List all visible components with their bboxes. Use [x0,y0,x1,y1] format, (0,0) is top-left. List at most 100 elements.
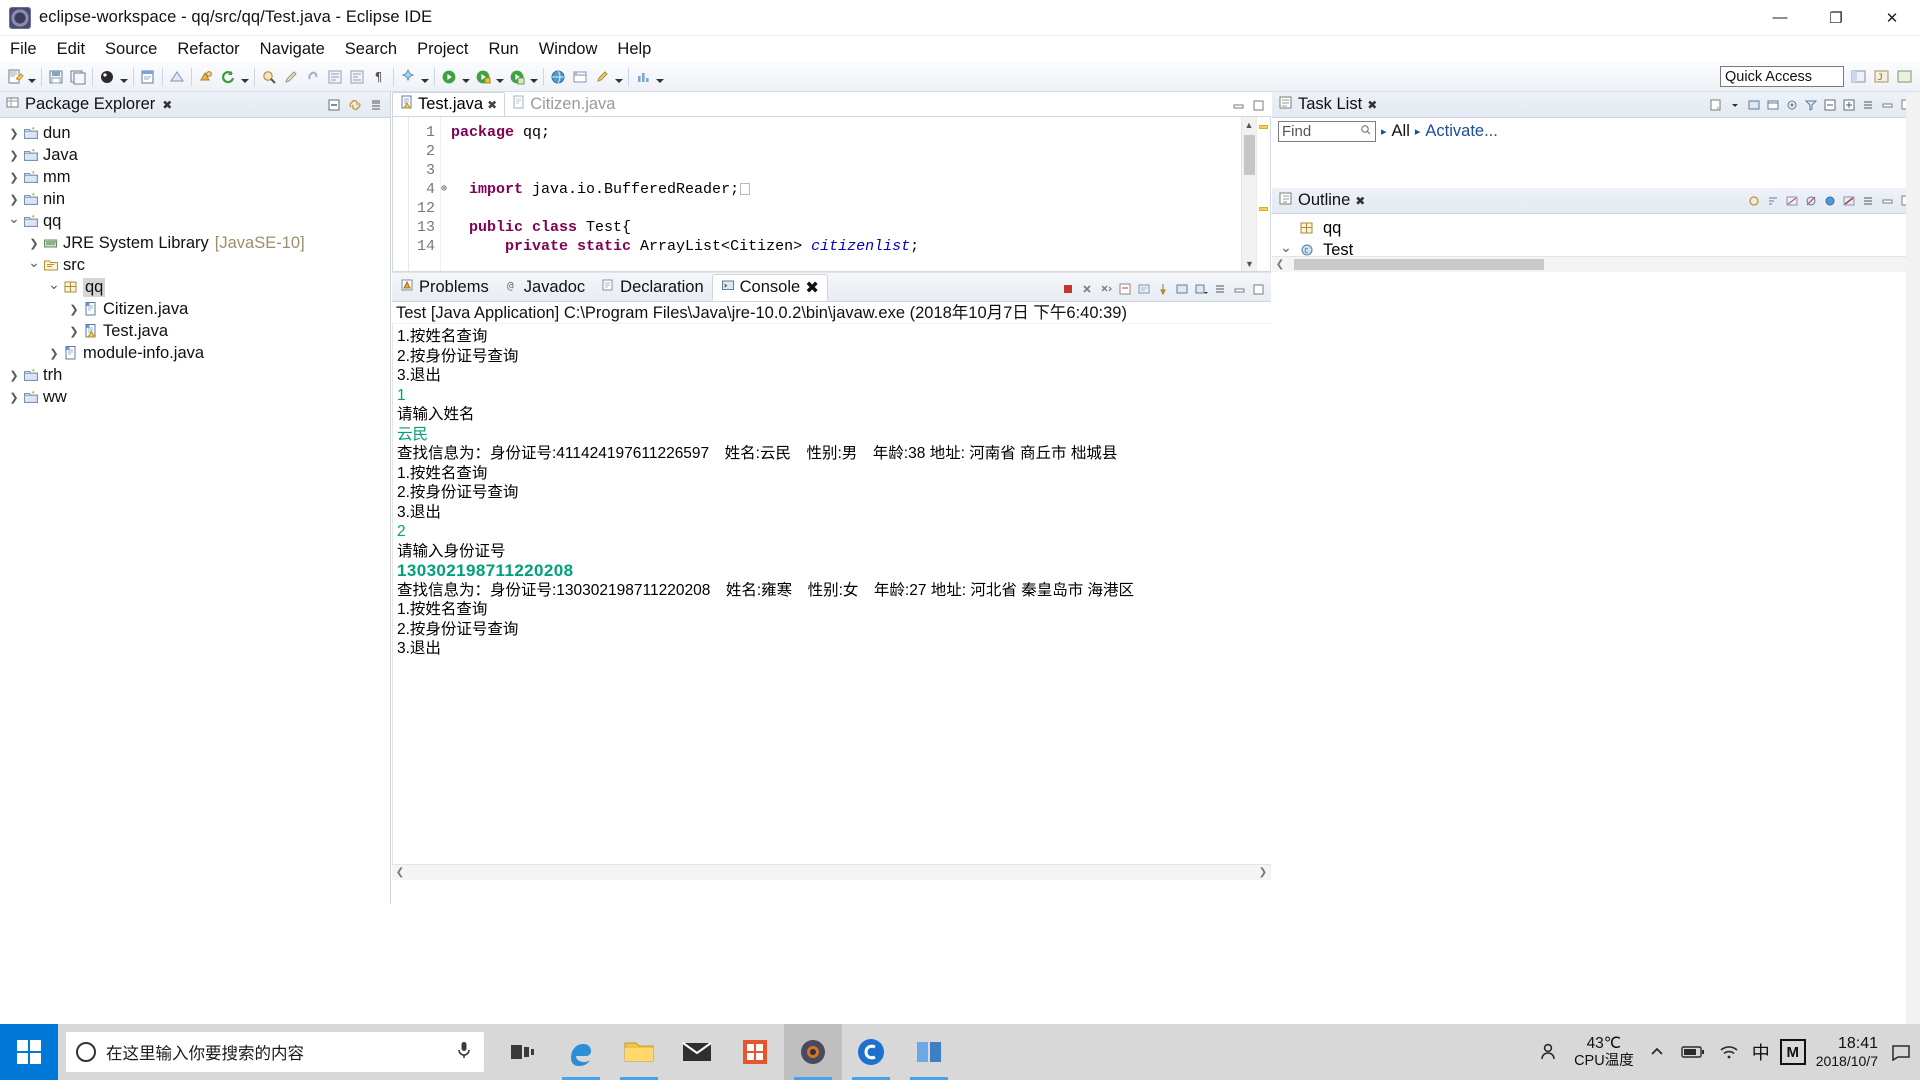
chevron-right-icon[interactable]: ❯ [6,391,22,404]
start-button[interactable] [0,1024,58,1080]
tab-declaration[interactable]: Declaration [593,274,711,301]
run-dropdown-icon[interactable] [460,66,472,88]
chevron-right-icon[interactable]: ❯ [6,193,22,206]
task-view-button[interactable] [494,1024,552,1080]
java-perspective-icon[interactable]: J [1871,67,1891,87]
console-output[interactable]: 1.按姓名查询 2.按身份证号查询 3.退出 1 请输入姓名 云民 查找信息为：身份证号:4… [392,324,1271,864]
link-with-editor-icon[interactable] [347,97,363,113]
show-hidden-icons-icon[interactable] [1644,1039,1670,1065]
run-icon[interactable] [438,66,460,88]
open-type-icon[interactable] [195,66,217,88]
console-horizontal-scrollbar[interactable]: ❮ ❯ [392,864,1271,880]
taskbar-search-box[interactable]: 在这里输入你要搜索的内容 [66,1032,484,1072]
run-coverage-dropdown-icon[interactable] [528,66,540,88]
scroll-left-icon[interactable]: ❮ [392,867,408,878]
refresh-dropdown-icon[interactable] [239,66,251,88]
save-all-icon[interactable] [67,66,89,88]
code-line[interactable]: private static ArrayList<Citizen> citize… [451,237,1241,256]
filter-icon[interactable] [1803,97,1819,113]
outline-horizontal-scrollbar[interactable]: ❮ ❯ [1272,256,1920,272]
hide-local-icon[interactable] [1841,193,1857,209]
code-line[interactable] [451,142,1241,161]
menu-navigate[interactable]: Navigate [250,38,335,61]
chevron-right-icon[interactable]: ❯ [6,171,22,184]
tab-javadoc[interactable]: @ Javadoc [497,274,593,301]
maximize-icon[interactable] [1250,281,1266,297]
store-button[interactable] [726,1024,784,1080]
build-dropdown-icon[interactable] [419,66,431,88]
sort-icon[interactable] [1765,193,1781,209]
chart-dropdown-icon[interactable] [654,66,666,88]
collapse-all-icon[interactable] [1822,97,1838,113]
menu-search[interactable]: Search [335,38,407,61]
tree-item-module-info-java[interactable]: ❯ module-info.java [0,342,390,364]
next-annotation-icon[interactable] [324,66,346,88]
tree-item-mm[interactable]: ❯ mm [0,166,390,188]
tree-item-src[interactable]: ⌄ src [0,254,390,276]
debug-perspective-icon[interactable] [1894,67,1914,87]
tree-item-qq[interactable]: ⌄ qq [0,276,390,298]
view-menu-icon[interactable] [368,97,384,113]
editor-code-area[interactable]: package qq; import java.io.BufferedReade… [441,117,1241,271]
editor-marker-bar[interactable] [393,117,409,271]
expand-all-icon[interactable] [1841,97,1857,113]
mail-button[interactable] [668,1024,726,1080]
tree-item-nin[interactable]: ❯ nin [0,188,390,210]
edge-button[interactable] [552,1024,610,1080]
close-icon[interactable]: ✖ [1367,98,1377,112]
save-icon[interactable] [45,66,67,88]
menu-source[interactable]: Source [95,38,167,61]
editor-tab-test-java[interactable]: Test.java ✖ [392,92,506,116]
microphone-icon[interactable] [454,1039,474,1066]
tab-console[interactable]: Console ✖ [711,274,829,301]
focus-icon[interactable] [1784,97,1800,113]
action-center-icon[interactable] [1888,1039,1914,1065]
chevron-right-icon[interactable]: ❯ [46,347,62,360]
paragraph-mark-icon[interactable]: ¶ [368,66,390,88]
people-icon[interactable] [1538,1039,1564,1065]
debug-dropdown-icon[interactable] [118,66,130,88]
tree-item-dun[interactable]: ❯ dun [0,122,390,144]
new-java-class-icon[interactable] [137,66,159,88]
chevron-right-icon[interactable]: ❯ [6,369,22,382]
chevron-down-icon[interactable]: ⌄ [26,254,42,276]
open-console-dropdown-icon[interactable] [1193,281,1209,297]
chevron-right-icon[interactable]: ▸ [1415,125,1421,138]
globe-icon[interactable] [547,66,569,88]
menu-project[interactable]: Project [407,38,478,61]
menu-run[interactable]: Run [478,38,528,61]
terminate-icon[interactable] [1060,281,1076,297]
quick-access-input[interactable]: Quick Access [1720,66,1844,87]
minimize-icon[interactable] [1231,281,1247,297]
close-icon[interactable]: ✖ [487,98,497,112]
view-menu-icon[interactable] [1860,97,1876,113]
menu-edit[interactable]: Edit [47,38,95,61]
scroll-lock-icon[interactable] [1136,281,1152,297]
close-icon[interactable]: ✖ [162,98,172,112]
remove-all-launches-icon[interactable] [1098,281,1114,297]
new-package-icon[interactable] [166,66,188,88]
minimize-icon[interactable] [1230,97,1246,113]
workbench-right-scrollbar[interactable] [1906,92,1920,1024]
tree-item-java[interactable]: ❯ Java [0,144,390,166]
view-menu-icon[interactable] [1212,281,1228,297]
sogou-button[interactable] [842,1024,900,1080]
highlight-dropdown-icon[interactable] [613,66,625,88]
cpu-temperature-widget[interactable]: 43℃ CPU温度 [1574,1035,1634,1069]
chevron-right-icon[interactable]: ❯ [6,127,22,140]
hide-static-icon[interactable] [1803,193,1819,209]
clock-widget[interactable]: 18:41 2018/10/7 [1816,1034,1878,1070]
previous-annotation-icon[interactable] [346,66,368,88]
collapse-all-icon[interactable] [326,97,342,113]
chevron-down-icon[interactable]: ⌄ [46,276,62,298]
search-icon[interactable] [258,66,280,88]
pin-console-icon[interactable] [1155,281,1171,297]
hide-fields-icon[interactable] [1784,193,1800,209]
search-icon[interactable] [1360,123,1372,140]
code-line[interactable]: package qq; [451,123,1241,142]
schedule-icon[interactable] [1765,97,1781,113]
filter-all-link[interactable]: All [1392,122,1410,141]
display-selected-console-icon[interactable] [1174,281,1190,297]
new-wizard-dropdown-icon[interactable] [26,66,38,88]
menu-help[interactable]: Help [607,38,661,61]
